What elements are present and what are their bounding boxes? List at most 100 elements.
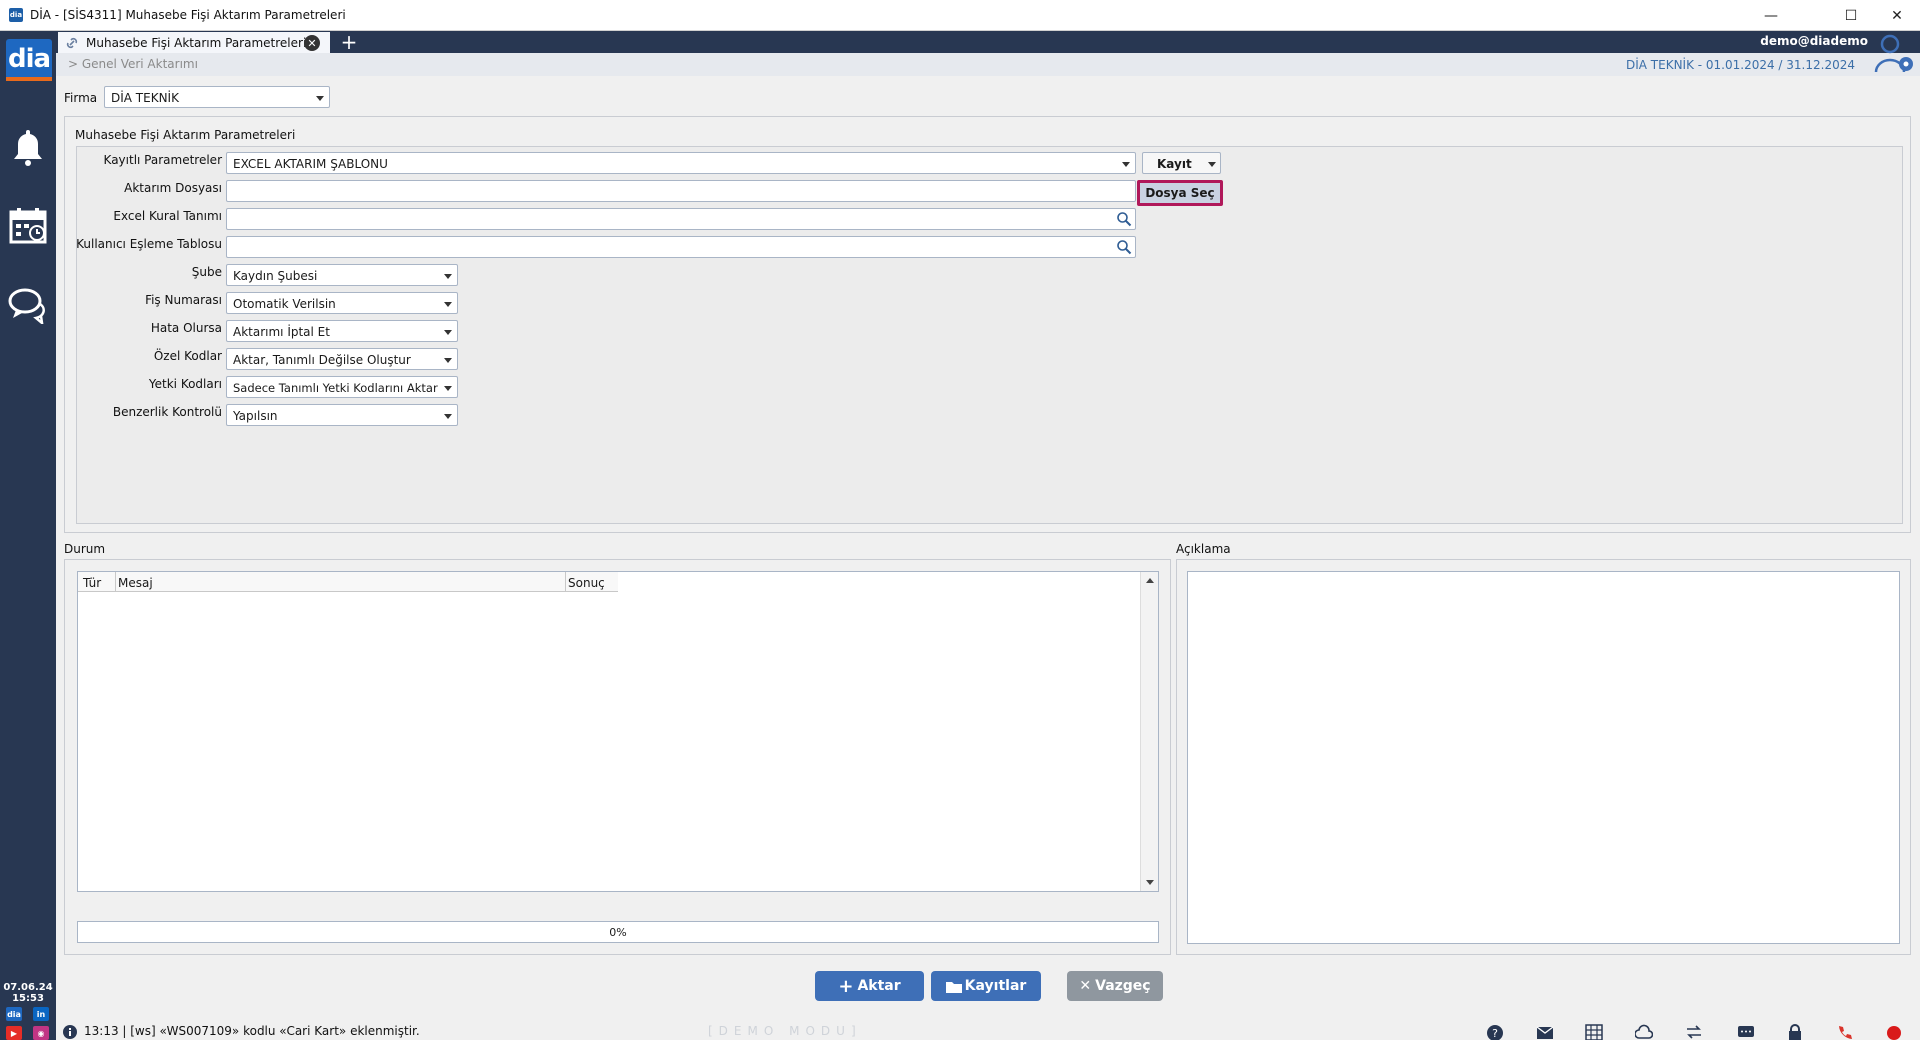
- chevron-down-icon: [444, 358, 452, 363]
- demo-mode: [DEMO MODU]: [708, 1024, 862, 1038]
- yetki-label: Yetki Kodları: [148, 377, 222, 391]
- firma-select[interactable]: DİA TEKNİK: [104, 86, 330, 108]
- company-period[interactable]: DİA TEKNİK - 01.01.2024 / 31.12.2024: [1626, 58, 1855, 72]
- kullanici-label: Kullanıcı Eşleme Tablosu: [76, 237, 222, 251]
- info-icon: [63, 1025, 77, 1039]
- progress-bar: 0%: [77, 921, 1159, 943]
- fis-label: Fiş Numarası: [145, 293, 222, 307]
- mail-icon[interactable]: [1536, 1024, 1554, 1040]
- sidebar-time: 15:53: [12, 993, 44, 1004]
- calendar-icon[interactable]: [7, 203, 49, 247]
- link-icon: [66, 37, 78, 49]
- breadcrumb-row: > Genel Veri Aktarımı DİA TEKNİK - 01.01…: [56, 53, 1920, 76]
- col-tur[interactable]: Tür: [83, 576, 101, 590]
- maximize-button[interactable]: ☐: [1828, 0, 1874, 31]
- kayitli-select[interactable]: EXCEL AKTARIM ŞABLONU: [226, 152, 1136, 174]
- aktar-button[interactable]: + Aktar: [815, 971, 924, 1001]
- clock: 07.06.24 15:53: [0, 982, 56, 1004]
- chevron-down-icon: [1122, 162, 1130, 167]
- plus-icon: +: [838, 975, 854, 997]
- aktarim-file-field[interactable]: [226, 180, 1136, 202]
- left-sidebar: dia 07.06.24 15:53 dia in ▶ ◉ f t: [0, 31, 56, 1040]
- lock-icon[interactable]: [1786, 1024, 1804, 1040]
- close-icon: ✕: [1079, 978, 1092, 994]
- breadcrumb[interactable]: > Genel Veri Aktarımı: [68, 57, 198, 71]
- kayitlar-button[interactable]: Kayıtlar: [931, 971, 1041, 1001]
- chat-icon[interactable]: [7, 283, 49, 327]
- sube-select[interactable]: Kaydın Şubesi: [226, 264, 458, 286]
- kayitli-value: EXCEL AKTARIM ŞABLONU: [233, 157, 388, 171]
- cloud-sync-icon[interactable]: [1635, 1024, 1653, 1040]
- yetki-value: Sadece Tanımlı Yetki Kodlarını Aktar: [233, 381, 438, 395]
- window-title: DİA - [SİS4311] Muhasebe Fişi Aktarım Pa…: [30, 8, 346, 22]
- vazgec-label: Vazgeç: [1095, 978, 1151, 994]
- scrollbar[interactable]: [1140, 572, 1158, 891]
- aktar-label: Aktar: [857, 978, 901, 994]
- scroll-up-icon[interactable]: [1146, 578, 1154, 583]
- help-icon[interactable]: ?: [1486, 1024, 1504, 1040]
- youtube-icon[interactable]: ▶: [6, 1026, 22, 1040]
- logo-accent: [6, 77, 52, 81]
- ozel-kodlar-select[interactable]: Aktar, Tanımlı Değilse Oluştur: [226, 348, 458, 370]
- kayit-label: Kayıt: [1157, 157, 1192, 171]
- sube-value: Kaydın Şubesi: [233, 269, 318, 283]
- dia-logo[interactable]: dia: [6, 39, 52, 79]
- table-header: Tür Mesaj Sonuç: [78, 572, 618, 592]
- durum-table[interactable]: Tür Mesaj Sonuç: [77, 571, 1159, 892]
- hata-value: Aktarımı İptal Et: [233, 325, 330, 339]
- linkedin-icon[interactable]: in: [33, 1007, 49, 1021]
- app-icon: dia: [9, 8, 23, 22]
- user-settings-icon[interactable]: [1872, 32, 1918, 76]
- phone-icon[interactable]: [1836, 1024, 1854, 1040]
- aktarim-label: Aktarım Dosyası: [124, 181, 222, 195]
- grid-icon[interactable]: [1585, 1024, 1603, 1040]
- close-tab-icon[interactable]: ✕: [304, 35, 320, 51]
- chevron-down-icon: [444, 414, 452, 419]
- status-message[interactable]: 13:13 | [ws] «WS007109» kodlu «Cari Kart…: [84, 1024, 420, 1038]
- aciklama-title: Açıklama: [1176, 542, 1231, 556]
- record-status-icon[interactable]: [1885, 1024, 1903, 1040]
- sidebar-date: 07.06.24: [3, 982, 53, 993]
- search-icon[interactable]: [1116, 211, 1132, 227]
- fis-numarasi-select[interactable]: Otomatik Verilsin: [226, 292, 458, 314]
- kayit-button[interactable]: Kayıt: [1142, 152, 1221, 174]
- kayitli-label: Kayıtlı Parametreler: [103, 153, 222, 167]
- progress-text: 0%: [609, 926, 627, 939]
- tab-muhasebe-fisi[interactable]: Muhasebe Fişi Aktarım Parametreleri ✕: [58, 32, 330, 53]
- svg-text:?: ?: [1492, 1027, 1498, 1040]
- search-icon[interactable]: [1116, 239, 1132, 255]
- tab-label: Muhasebe Fişi Aktarım Parametreleri: [86, 35, 307, 50]
- excel-label: Excel Kural Tanımı: [113, 209, 222, 223]
- yetki-kodlari-select[interactable]: Sadece Tanımlı Yetki Kodlarını Aktar: [226, 376, 458, 398]
- aciklama-textarea[interactable]: [1187, 571, 1900, 944]
- dia-social-icon[interactable]: dia: [6, 1007, 22, 1021]
- hata-olursa-select[interactable]: Aktarımı İptal Et: [226, 320, 458, 342]
- scroll-down-icon[interactable]: [1146, 880, 1154, 885]
- chevron-down-icon: [1208, 162, 1216, 167]
- add-tab-button[interactable]: +: [338, 30, 360, 54]
- kullanici-esleme-field[interactable]: [226, 236, 1136, 258]
- params-title: Muhasebe Fişi Aktarım Parametreleri: [75, 128, 296, 142]
- chevron-down-icon: [444, 386, 452, 391]
- message-icon[interactable]: [1737, 1024, 1755, 1040]
- col-mesaj[interactable]: Mesaj: [118, 576, 153, 590]
- dosya-sec-button[interactable]: Dosya Seç: [1137, 180, 1223, 206]
- currency-exchange-icon[interactable]: [1685, 1024, 1703, 1040]
- ozel-value: Aktar, Tanımlı Değilse Oluştur: [233, 353, 411, 367]
- chevron-down-icon: [444, 302, 452, 307]
- excel-kural-field[interactable]: [226, 208, 1136, 230]
- kayitlar-label: Kayıtlar: [964, 978, 1027, 994]
- username[interactable]: demo@diademo: [1760, 34, 1868, 48]
- bell-icon[interactable]: [7, 125, 49, 169]
- close-window-button[interactable]: ✕: [1874, 0, 1920, 31]
- durum-title: Durum: [64, 542, 106, 556]
- benzerlik-select[interactable]: Yapılsın: [226, 404, 458, 426]
- minimize-button[interactable]: —: [1748, 0, 1794, 31]
- vazgec-button[interactable]: ✕ Vazgeç: [1067, 971, 1163, 1001]
- col-sonuc[interactable]: Sonuç: [568, 576, 605, 590]
- chevron-down-icon: [316, 96, 324, 101]
- sube-label: Şube: [191, 265, 222, 279]
- instagram-icon[interactable]: ◉: [33, 1026, 49, 1040]
- ozel-label: Özel Kodlar: [153, 349, 222, 363]
- fis-value: Otomatik Verilsin: [233, 297, 336, 311]
